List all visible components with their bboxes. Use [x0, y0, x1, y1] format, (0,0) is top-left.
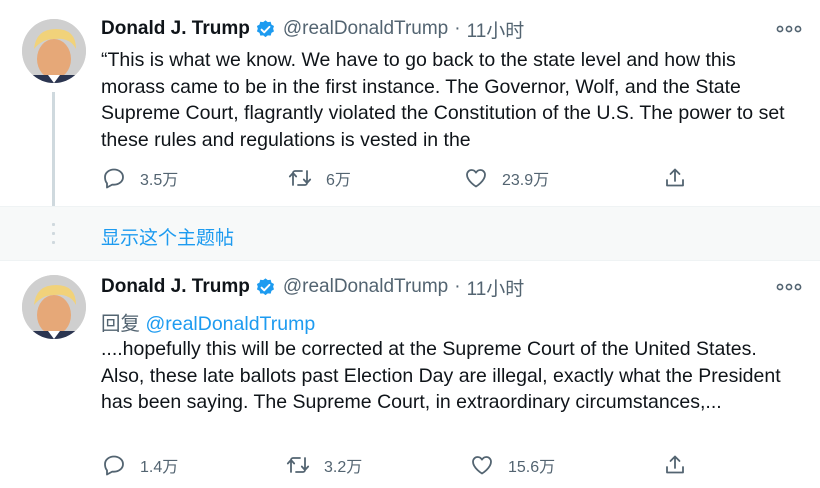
- like-button[interactable]: 15.6万: [470, 453, 555, 477]
- show-thread-link[interactable]: 显示这个主题帖: [101, 223, 234, 250]
- separator-dot: ·: [454, 18, 461, 39]
- reply-icon: [104, 168, 124, 189]
- reply-count: 1.4万: [140, 459, 179, 476]
- replying-to: 回复 @realDonaldTrump: [101, 307, 315, 336]
- retweet-icon: [288, 170, 312, 186]
- tweet-1-actions: 3.5万 6万 23.9万: [0, 166, 820, 196]
- retweet-count: 6万: [326, 172, 351, 189]
- avatar[interactable]: [22, 19, 86, 83]
- like-count: 23.9万: [502, 172, 550, 189]
- avatar-image: [22, 19, 86, 83]
- tweet-1-header: Donald J. Trump @realDonaldTrump · 11小时: [101, 16, 525, 43]
- tweet-time[interactable]: 11小时: [467, 16, 525, 43]
- reply-count: 3.5万: [140, 172, 179, 189]
- like-icon: [472, 456, 492, 475]
- share-button[interactable]: [663, 166, 687, 190]
- share-button[interactable]: [663, 453, 687, 477]
- verified-badge-icon: [256, 277, 274, 295]
- author-handle[interactable]: @realDonaldTrump: [283, 18, 448, 40]
- share-icon: [666, 168, 684, 187]
- author-name[interactable]: Donald J. Trump: [101, 276, 250, 298]
- more-icon[interactable]: [776, 24, 802, 34]
- avatar[interactable]: [22, 275, 86, 339]
- reply-button[interactable]: 3.5万: [102, 166, 178, 190]
- separator-dot: ·: [454, 276, 461, 297]
- tweet-time[interactable]: 11小时: [467, 274, 525, 301]
- retweet-count: 3.2万: [324, 459, 363, 476]
- more-icon[interactable]: [776, 282, 802, 292]
- tweet-text: “This is what we know. We have to go bac…: [101, 49, 785, 151]
- avatar-image: [22, 275, 86, 339]
- like-count: 15.6万: [508, 459, 556, 476]
- retweet-icon: [286, 457, 310, 473]
- reply-mention-link[interactable]: @realDonaldTrump: [145, 313, 315, 335]
- reply-button[interactable]: 1.4万: [102, 453, 178, 477]
- reply-prefix: 回复: [101, 313, 141, 335]
- retweet-button[interactable]: 3.2万: [286, 453, 362, 477]
- tweet-2-header: Donald J. Trump @realDonaldTrump · 11小时: [101, 274, 525, 301]
- verified-badge-icon: [256, 19, 274, 37]
- share-icon: [666, 455, 684, 474]
- like-icon: [466, 169, 486, 188]
- tweet-2-actions: 1.4万 3.2万 15.6万: [0, 453, 820, 483]
- tweet-text: ....hopefully this will be corrected at …: [101, 338, 781, 413]
- show-thread-row[interactable]: 显示这个主题帖: [0, 206, 820, 261]
- author-name[interactable]: Donald J. Trump: [101, 18, 250, 40]
- author-handle[interactable]: @realDonaldTrump: [283, 276, 448, 298]
- thread-dots: [52, 223, 55, 247]
- retweet-button[interactable]: 6万: [288, 166, 351, 190]
- reply-icon: [104, 455, 124, 476]
- like-button[interactable]: 23.9万: [464, 166, 549, 190]
